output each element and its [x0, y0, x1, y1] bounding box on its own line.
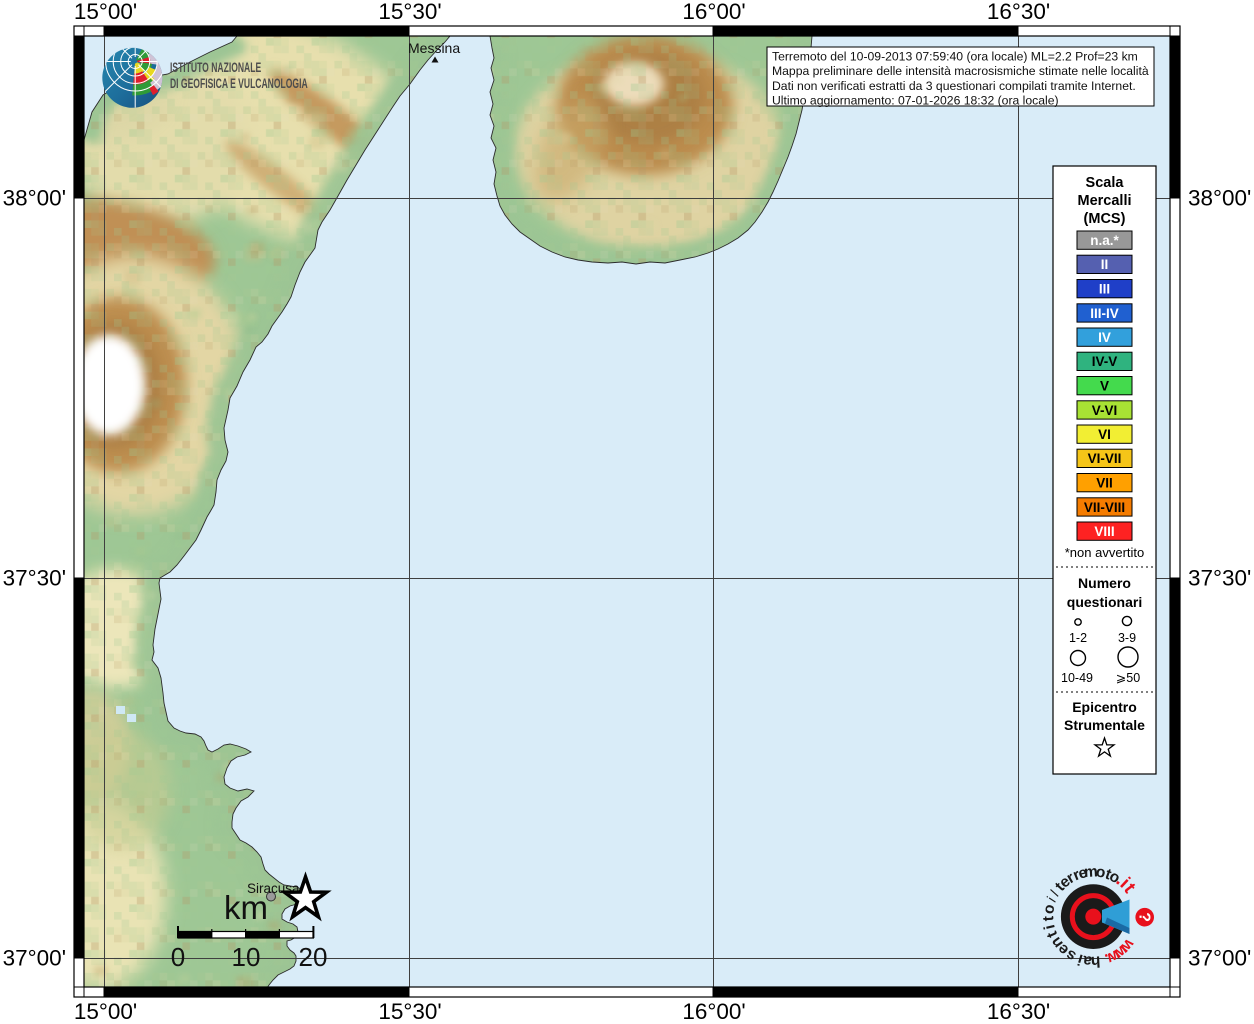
- svg-text:16°00': 16°00': [682, 0, 745, 24]
- svg-text:ISTITUTO NAZIONALE: ISTITUTO NAZIONALE: [170, 61, 261, 75]
- svg-text:DI GEOFISICA E VULCANOLOGIA: DI GEOFISICA E VULCANOLOGIA: [170, 77, 308, 91]
- svg-text:VI-VII: VI-VII: [1088, 451, 1122, 466]
- svg-text:(MCS): (MCS): [1084, 211, 1126, 227]
- svg-text:37°00': 37°00': [3, 946, 66, 971]
- svg-text:16°30': 16°30': [987, 0, 1050, 24]
- svg-text:Ultimo aggiornamento: 07-01-20: Ultimo aggiornamento: 07-01-2026 18:32 (…: [772, 94, 1059, 108]
- svg-text:II: II: [1101, 257, 1109, 272]
- svg-text:16°00': 16°00': [682, 999, 745, 1024]
- svg-text:15°00': 15°00': [74, 0, 137, 24]
- svg-text:IV-V: IV-V: [1092, 354, 1118, 369]
- svg-text:3-9: 3-9: [1118, 631, 1136, 645]
- svg-text:38°00': 38°00': [1188, 186, 1251, 211]
- svg-text:IV: IV: [1098, 330, 1111, 345]
- svg-text:38°00': 38°00': [3, 186, 66, 211]
- svg-text:III: III: [1099, 282, 1110, 297]
- svg-text:km: km: [224, 889, 268, 926]
- svg-text:0: 0: [171, 942, 185, 972]
- svg-text:V-VI: V-VI: [1092, 403, 1118, 418]
- svg-text:VII-VIII: VII-VIII: [1084, 500, 1125, 515]
- svg-text:III-IV: III-IV: [1090, 306, 1119, 321]
- svg-text:Mercalli: Mercalli: [1078, 193, 1132, 209]
- svg-text:VIII: VIII: [1094, 524, 1114, 539]
- svg-text:Messina: Messina: [408, 40, 460, 56]
- svg-text:⩾50: ⩾50: [1116, 671, 1140, 685]
- svg-text:n.a.*: n.a.*: [1090, 233, 1119, 248]
- svg-text:Scala: Scala: [1086, 175, 1125, 191]
- svg-text:37°30': 37°30': [1188, 566, 1251, 591]
- svg-text:t: t: [1040, 916, 1057, 922]
- svg-text:Numero: Numero: [1078, 575, 1131, 591]
- svg-text:15°30': 15°30': [378, 999, 441, 1024]
- svg-text:V: V: [1100, 379, 1109, 394]
- svg-text:15°00': 15°00': [74, 999, 137, 1024]
- svg-text:VII: VII: [1096, 476, 1113, 491]
- svg-text:questionari: questionari: [1067, 594, 1142, 610]
- svg-text:Strumentale: Strumentale: [1064, 717, 1145, 733]
- svg-text:10-49: 10-49: [1061, 671, 1093, 685]
- svg-text:*non avvertito: *non avvertito: [1065, 545, 1145, 560]
- svg-text:1-2: 1-2: [1069, 631, 1087, 645]
- svg-text:15°30': 15°30': [378, 0, 441, 24]
- svg-text:Dati non verificati estratti d: Dati non verificati estratti da 3 questi…: [772, 79, 1136, 93]
- svg-text:Epicentro: Epicentro: [1072, 699, 1137, 715]
- svg-text:37°00': 37°00': [1188, 946, 1251, 971]
- svg-text:Mappa preliminare delle intens: Mappa preliminare delle intensità macros…: [772, 64, 1149, 78]
- svg-text:Terremoto del 10-09-2013 07:59: Terremoto del 10-09-2013 07:59:40 (ora l…: [772, 50, 1138, 64]
- svg-text:16°30': 16°30': [987, 999, 1050, 1024]
- svg-text:10: 10: [232, 942, 261, 972]
- svg-text:VI: VI: [1098, 427, 1111, 442]
- svg-text:37°30': 37°30': [3, 566, 66, 591]
- svg-text:20: 20: [299, 942, 328, 972]
- svg-text:?: ?: [1136, 912, 1153, 922]
